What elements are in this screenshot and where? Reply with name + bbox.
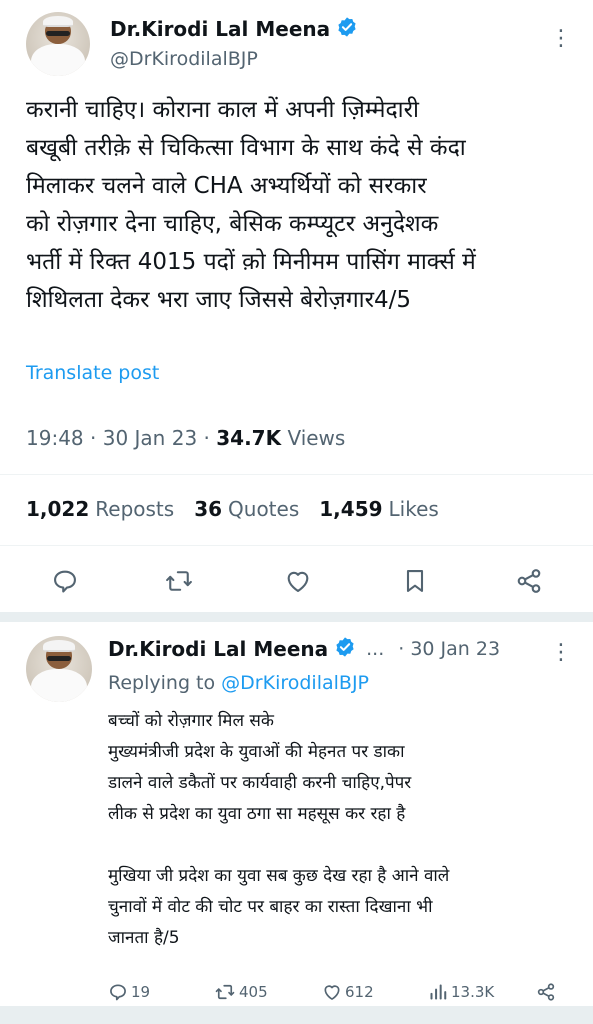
verified-badge-icon — [336, 16, 358, 42]
views-button[interactable]: 13.3K — [428, 977, 494, 1007]
more-options-icon[interactable]: ⋮ — [550, 28, 572, 50]
views-count: 13.3K — [451, 983, 495, 1001]
reposts-stat[interactable]: 1,022 Reposts — [26, 497, 174, 521]
author-name[interactable]: Dr.Kirodi Lal Meena — [110, 17, 330, 41]
repost-button[interactable]: 405 — [214, 977, 268, 1007]
reply-action-bar: 19 405 612 13.3K — [108, 977, 578, 1007]
reply-icon — [110, 984, 126, 1001]
like-icon[interactable] — [281, 564, 315, 598]
share-button[interactable] — [536, 977, 556, 1007]
meta-separator: · — [203, 426, 217, 450]
replying-prefix: Replying to — [108, 672, 216, 694]
reply-date[interactable]: · 30 Jan 23 — [398, 638, 500, 660]
tweet-date[interactable]: 30 Jan 23 — [103, 426, 197, 450]
translate-post-link[interactable]: Translate post — [26, 362, 159, 384]
repost-icon[interactable] — [162, 564, 196, 598]
tweet-text: करानी चाहिए। कोराना काल में अपनी ज़िम्मे… — [26, 97, 476, 313]
tweet-meta: 19:48 · 30 Jan 23 · 34.7K Views — [26, 426, 345, 450]
action-bar — [0, 558, 593, 606]
section-separator — [0, 612, 593, 622]
author-handle[interactable]: @DrKirodilalBJP — [110, 48, 258, 70]
replying-handle-link[interactable]: @DrKirodilalBJP — [221, 672, 369, 694]
like-icon — [324, 985, 340, 1000]
views-label: Views — [287, 426, 346, 450]
views-icon — [430, 984, 447, 1000]
reply-button[interactable]: 19 — [108, 977, 150, 1007]
avatar[interactable] — [26, 12, 90, 76]
reply-count: 19 — [131, 983, 151, 1001]
quotes-stat[interactable]: 36 Quotes — [194, 497, 299, 521]
bottom-edge — [0, 1006, 593, 1024]
reply-author-name[interactable]: Dr.Kirodi Lal Meena — [108, 637, 328, 661]
reply-author-row: Dr.Kirodi Lal Meena ... · 30 Jan 23 — [108, 636, 500, 662]
reply-avatar[interactable] — [26, 636, 92, 702]
bookmark-icon[interactable] — [398, 564, 432, 598]
likes-stat[interactable]: 1,459 Likes — [319, 497, 439, 521]
replying-to: Replying to @DrKirodilalBJP — [108, 672, 369, 694]
share-icon — [537, 983, 555, 1001]
views-count: 34.7K — [216, 426, 282, 450]
repost-count: 405 — [239, 983, 268, 1001]
author-name-row: Dr.Kirodi Lal Meena — [110, 16, 358, 42]
share-icon[interactable] — [512, 564, 546, 598]
main-tweet: Dr.Kirodi Lal Meena @DrKirodilalBJP ⋮ कर… — [0, 0, 593, 612]
like-count: 612 — [345, 983, 374, 1001]
repost-icon — [215, 984, 235, 1000]
meta-separator: · — [90, 426, 103, 450]
reply-icon[interactable] — [48, 564, 82, 598]
verified-badge-icon — [334, 636, 356, 662]
name-truncation: ... — [366, 638, 385, 660]
reply-tweet[interactable]: Dr.Kirodi Lal Meena ... · 30 Jan 23 ⋮ Re… — [0, 622, 593, 1024]
more-options-icon[interactable]: ⋮ — [550, 642, 572, 664]
reply-text: बच्चों को रोज़गार मिल सके मुख्यमंत्रीजी … — [108, 711, 450, 948]
divider — [0, 474, 593, 475]
like-button[interactable]: 612 — [322, 977, 374, 1007]
tweet-time[interactable]: 19:48 — [26, 426, 84, 450]
engagement-stats: 1,022 Reposts 36 Quotes 1,459 Likes — [26, 497, 439, 521]
divider — [0, 545, 593, 546]
